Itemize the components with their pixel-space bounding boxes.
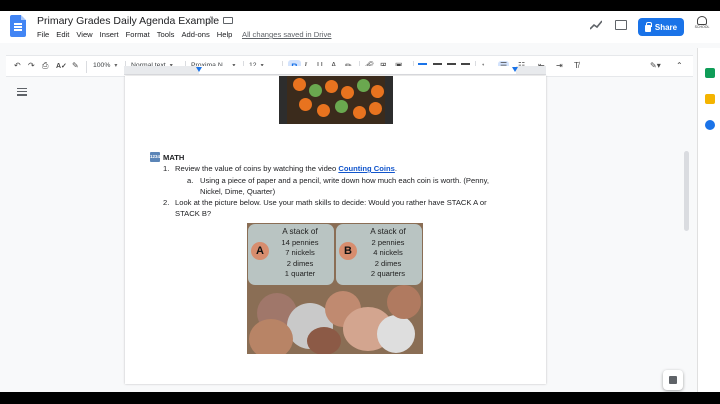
docs-logo-icon[interactable] [10,15,26,37]
account-avatar[interactable]: SCHOOL [692,16,712,38]
keep-icon[interactable] [705,94,715,104]
math-heading: 1234 MATH [150,152,184,162]
menu-file[interactable]: File [37,30,49,39]
list-item-text: Using a piece of paper and a pencil, wri… [200,176,489,185]
comment-history-icon[interactable] [615,20,627,30]
explore-icon [669,376,677,384]
document-page[interactable]: 1234 MATH 1. Review the value of coins b… [125,76,546,384]
counting-coins-link[interactable]: Counting Coins [338,164,395,173]
avatar-text: SCHOOL [694,25,710,29]
stack-item: 2 dimes [286,258,314,268]
spellcheck-icon[interactable]: A✓ [56,62,67,70]
avatar-badge-icon [697,16,707,25]
lock-icon [644,21,652,32]
share-button[interactable]: Share [638,18,684,36]
list-item-number: 2. [163,198,170,207]
clear-formatting-icon[interactable]: T̸ [574,61,579,70]
collapse-toolbar-icon[interactable]: ⌃ [676,61,683,70]
paint-format-icon[interactable]: ✎ [72,61,79,70]
menu-view[interactable]: View [76,30,92,39]
indent-marker-icon[interactable] [196,67,202,72]
tasks-icon[interactable] [705,120,715,130]
menu-bar: File Edit View Insert Format Tools Add-o… [37,30,232,39]
stack-item: 7 nickels [285,248,315,257]
list-item: Review the value of coins by watching th… [175,164,397,175]
pumpkin-photo [279,76,393,124]
vertical-scrollbar[interactable] [684,151,689,231]
input-numbers-icon: 1234 [150,152,160,162]
menu-help[interactable]: Help [217,30,233,39]
explore-button[interactable] [663,370,683,390]
redo-icon[interactable]: ↷ [28,61,35,70]
header: Primary Grades Daily Agenda Example ☆ Fi… [0,11,720,43]
stack-item: 4 nickels [373,248,403,257]
activity-dashboard-icon[interactable] [590,20,602,30]
folder-icon[interactable] [223,17,233,24]
menu-addons[interactable]: Add-ons [181,30,209,39]
stack-item: 1 quarter [284,269,316,278]
star-icon[interactable]: ☆ [206,15,215,26]
menu-tools[interactable]: Tools [157,30,175,39]
list-item-letter: a. [187,176,194,185]
stack-heading: A stack of [282,227,318,236]
increase-indent-icon[interactable]: ⇥ [556,61,563,70]
ruler[interactable] [124,66,546,75]
menu-insert[interactable]: Insert [100,30,119,39]
zoom-value: 100% [93,62,111,69]
list-item-text: Nickel, Dime, Quarter) [200,187,276,196]
coin-stacks-image: A A stack of 14 pennies 7 nickels 2 dime… [247,223,423,354]
stack-b-badge: B [339,242,357,260]
toolbar-divider [86,61,87,73]
math-title: MATH [163,152,185,162]
list-item-text: . [394,164,398,173]
menu-format[interactable]: Format [126,30,150,39]
side-panel [697,48,720,392]
share-label: Share [654,22,678,32]
zoom-select[interactable]: 100% ▾ [93,62,117,69]
list-item-number: 1. [163,164,170,173]
list-item-text: Look at the picture below. Use your math… [175,198,487,207]
docs-window: Primary Grades Daily Agenda Example ☆ Fi… [0,11,720,392]
stack-a-badge: A [251,242,269,260]
menu-edit[interactable]: Edit [56,30,69,39]
sheets-addon-icon[interactable] [705,68,715,78]
list-item-text: Review the value of coins by watching th… [175,164,339,173]
print-icon[interactable]: ⎙ [42,61,48,71]
stack-item: 14 pennies [281,237,319,247]
stack-b-card: B A stack of 2 pennies 4 nickels 2 dimes… [336,224,422,285]
doc-title[interactable]: Primary Grades Daily Agenda Example [37,15,219,27]
ruler-left-margin [124,66,199,74]
stack-item: 2 quarters [370,269,406,278]
document-outline-icon[interactable] [17,88,27,98]
stack-item: 2 pennies [371,237,405,247]
editing-mode-icon[interactable]: ✎▾ [650,61,661,70]
list-item-text: STACK B? [175,209,212,218]
stack-item: 2 dimes [374,258,402,268]
stack-heading: A stack of [370,227,406,236]
undo-icon[interactable]: ↶ [14,61,21,70]
right-indent-marker-icon[interactable] [512,67,518,72]
stack-a-card: A A stack of 14 pennies 7 nickels 2 dime… [248,224,334,285]
save-status-link[interactable]: All changes saved in Drive [242,30,331,39]
ruler-right-margin [516,66,546,74]
